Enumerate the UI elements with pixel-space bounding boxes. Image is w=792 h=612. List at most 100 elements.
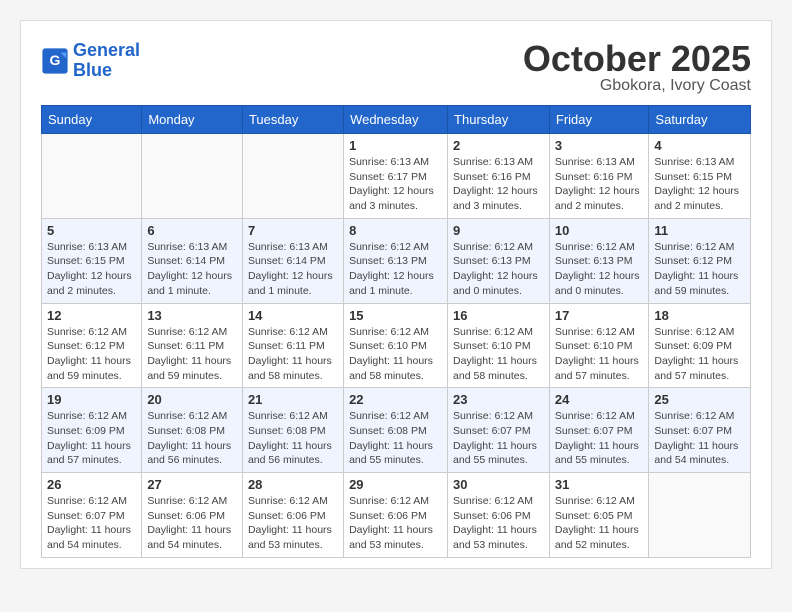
day-number: 29 — [349, 477, 442, 492]
calendar-cell: 7 Sunrise: 6:13 AMSunset: 6:14 PMDaylight… — [242, 218, 343, 303]
day-info: Sunrise: 6:12 AMSunset: 6:11 PMDaylight:… — [248, 325, 338, 384]
day-number: 12 — [47, 308, 136, 323]
calendar-week-row: 12 Sunrise: 6:12 AMSunset: 6:12 PMDayligh… — [42, 303, 751, 388]
calendar-container: G General Blue October 2025 Gbokora, Ivo… — [20, 20, 772, 569]
day-info: Sunrise: 6:12 AMSunset: 6:07 PMDaylight:… — [453, 409, 544, 468]
day-info: Sunrise: 6:13 AMSunset: 6:15 PMDaylight:… — [47, 240, 136, 299]
header: G General Blue October 2025 Gbokora, Ivo… — [41, 41, 751, 95]
day-info: Sunrise: 6:12 AMSunset: 6:07 PMDaylight:… — [555, 409, 644, 468]
day-info: Sunrise: 6:12 AMSunset: 6:12 PMDaylight:… — [654, 240, 745, 299]
day-info: Sunrise: 6:12 AMSunset: 6:07 PMDaylight:… — [654, 409, 745, 468]
day-info: Sunrise: 6:13 AMSunset: 6:15 PMDaylight:… — [654, 155, 745, 214]
day-number: 7 — [248, 223, 338, 238]
day-number: 9 — [453, 223, 544, 238]
calendar-week-row: 19 Sunrise: 6:12 AMSunset: 6:09 PMDayligh… — [42, 388, 751, 473]
calendar-cell: 29 Sunrise: 6:12 AMSunset: 6:06 PMDayligh… — [344, 473, 448, 558]
calendar-cell: 25 Sunrise: 6:12 AMSunset: 6:07 PMDayligh… — [649, 388, 751, 473]
calendar-week-row: 5 Sunrise: 6:13 AMSunset: 6:15 PMDaylight… — [42, 218, 751, 303]
calendar-cell — [649, 473, 751, 558]
weekday-monday: Monday — [142, 106, 243, 134]
day-number: 21 — [248, 392, 338, 407]
calendar-cell: 1Sunrise: 6:13 AMSunset: 6:17 PMDaylight… — [344, 134, 448, 219]
calendar-cell: 11 Sunrise: 6:12 AMSunset: 6:12 PMDayligh… — [649, 218, 751, 303]
logo-icon: G — [41, 47, 69, 75]
weekday-tuesday: Tuesday — [242, 106, 343, 134]
day-info: Sunrise: 6:12 AMSunset: 6:10 PMDaylight:… — [555, 325, 644, 384]
logo-general: General — [73, 40, 140, 60]
calendar-cell: 10Sunrise: 6:12 AMSunset: 6:13 PMDayligh… — [549, 218, 649, 303]
day-info: Sunrise: 6:12 AMSunset: 6:07 PMDaylight:… — [47, 494, 136, 553]
weekday-header-row: SundayMondayTuesdayWednesdayThursdayFrid… — [42, 106, 751, 134]
calendar-cell: 4 Sunrise: 6:13 AMSunset: 6:15 PMDaylight… — [649, 134, 751, 219]
day-info: Sunrise: 6:12 AMSunset: 6:09 PMDaylight:… — [654, 325, 745, 384]
day-number: 30 — [453, 477, 544, 492]
day-info: Sunrise: 6:13 AMSunset: 6:14 PMDaylight:… — [248, 240, 338, 299]
calendar-cell: 20Sunrise: 6:12 AMSunset: 6:08 PMDayligh… — [142, 388, 243, 473]
day-number: 2 — [453, 138, 544, 153]
calendar-cell: 26Sunrise: 6:12 AMSunset: 6:07 PMDayligh… — [42, 473, 142, 558]
calendar-cell: 24Sunrise: 6:12 AMSunset: 6:07 PMDayligh… — [549, 388, 649, 473]
day-number: 23 — [453, 392, 544, 407]
day-info: Sunrise: 6:12 AMSunset: 6:06 PMDaylight:… — [453, 494, 544, 553]
day-number: 1 — [349, 138, 442, 153]
day-info: Sunrise: 6:12 AMSunset: 6:05 PMDaylight:… — [555, 494, 644, 553]
calendar-cell: 14 Sunrise: 6:12 AMSunset: 6:11 PMDayligh… — [242, 303, 343, 388]
calendar-cell: 18Sunrise: 6:12 AMSunset: 6:09 PMDayligh… — [649, 303, 751, 388]
location: Gbokora, Ivory Coast — [523, 77, 751, 95]
calendar-cell: 6Sunrise: 6:13 AMSunset: 6:14 PMDaylight… — [142, 218, 243, 303]
day-number: 8 — [349, 223, 442, 238]
calendar-cell: 16 Sunrise: 6:12 AMSunset: 6:10 PMDayligh… — [448, 303, 550, 388]
day-number: 19 — [47, 392, 136, 407]
calendar-cell: 21 Sunrise: 6:12 AMSunset: 6:08 PMDayligh… — [242, 388, 343, 473]
logo: G General Blue — [41, 41, 140, 81]
calendar-cell: 30 Sunrise: 6:12 AMSunset: 6:06 PMDayligh… — [448, 473, 550, 558]
calendar-cell: 13Sunrise: 6:12 AMSunset: 6:11 PMDayligh… — [142, 303, 243, 388]
day-number: 11 — [654, 223, 745, 238]
day-number: 25 — [654, 392, 745, 407]
calendar-cell: 28Sunrise: 6:12 AMSunset: 6:06 PMDayligh… — [242, 473, 343, 558]
svg-text:G: G — [50, 52, 61, 68]
day-number: 31 — [555, 477, 644, 492]
day-number: 16 — [453, 308, 544, 323]
day-info: Sunrise: 6:12 AMSunset: 6:08 PMDaylight:… — [248, 409, 338, 468]
weekday-thursday: Thursday — [448, 106, 550, 134]
logo-text: General Blue — [73, 41, 140, 81]
day-info: Sunrise: 6:12 AMSunset: 6:09 PMDaylight:… — [47, 409, 136, 468]
day-info: Sunrise: 6:12 AMSunset: 6:13 PMDaylight:… — [555, 240, 644, 299]
day-info: Sunrise: 6:12 AMSunset: 6:12 PMDaylight:… — [47, 325, 136, 384]
day-number: 27 — [147, 477, 237, 492]
calendar-cell: 19 Sunrise: 6:12 AMSunset: 6:09 PMDayligh… — [42, 388, 142, 473]
day-info: Sunrise: 6:12 AMSunset: 6:10 PMDaylight:… — [453, 325, 544, 384]
day-number: 14 — [248, 308, 338, 323]
calendar-cell: 17 Sunrise: 6:12 AMSunset: 6:10 PMDayligh… — [549, 303, 649, 388]
day-info: Sunrise: 6:12 AMSunset: 6:13 PMDaylight:… — [453, 240, 544, 299]
calendar-cell — [142, 134, 243, 219]
day-number: 3 — [555, 138, 644, 153]
day-info: Sunrise: 6:12 AMSunset: 6:10 PMDaylight:… — [349, 325, 442, 384]
day-info: Sunrise: 6:13 AMSunset: 6:16 PMDaylight:… — [555, 155, 644, 214]
day-info: Sunrise: 6:12 AMSunset: 6:06 PMDaylight:… — [349, 494, 442, 553]
calendar-cell: 9 Sunrise: 6:12 AMSunset: 6:13 PMDaylight… — [448, 218, 550, 303]
day-number: 5 — [47, 223, 136, 238]
weekday-saturday: Saturday — [649, 106, 751, 134]
day-number: 17 — [555, 308, 644, 323]
day-number: 20 — [147, 392, 237, 407]
title-block: October 2025 Gbokora, Ivory Coast — [523, 41, 751, 95]
day-number: 6 — [147, 223, 237, 238]
calendar-table: SundayMondayTuesdayWednesdayThursdayFrid… — [41, 105, 751, 558]
day-info: Sunrise: 6:12 AMSunset: 6:06 PMDaylight:… — [248, 494, 338, 553]
day-info: Sunrise: 6:12 AMSunset: 6:06 PMDaylight:… — [147, 494, 237, 553]
calendar-week-row: 26Sunrise: 6:12 AMSunset: 6:07 PMDayligh… — [42, 473, 751, 558]
day-info: Sunrise: 6:12 AMSunset: 6:13 PMDaylight:… — [349, 240, 442, 299]
logo-blue: Blue — [73, 61, 140, 81]
calendar-cell: 5 Sunrise: 6:13 AMSunset: 6:15 PMDaylight… — [42, 218, 142, 303]
day-number: 4 — [654, 138, 745, 153]
calendar-cell: 27 Sunrise: 6:12 AMSunset: 6:06 PMDayligh… — [142, 473, 243, 558]
day-info: Sunrise: 6:13 AMSunset: 6:16 PMDaylight:… — [453, 155, 544, 214]
calendar-week-row: 1Sunrise: 6:13 AMSunset: 6:17 PMDaylight… — [42, 134, 751, 219]
month-title: October 2025 — [523, 41, 751, 77]
weekday-friday: Friday — [549, 106, 649, 134]
calendar-cell: 23 Sunrise: 6:12 AMSunset: 6:07 PMDayligh… — [448, 388, 550, 473]
day-number: 15 — [349, 308, 442, 323]
day-info: Sunrise: 6:12 AMSunset: 6:08 PMDaylight:… — [349, 409, 442, 468]
